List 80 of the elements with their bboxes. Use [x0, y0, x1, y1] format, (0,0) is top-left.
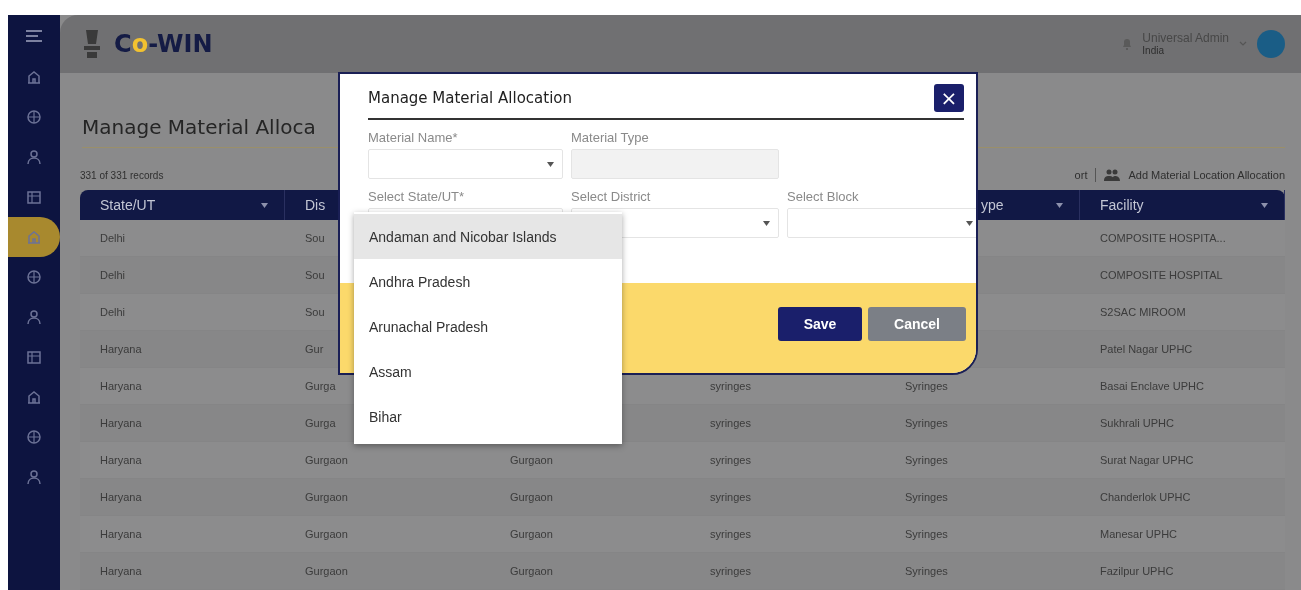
- dropdown-option[interactable]: Andaman and Nicobar Islands: [354, 214, 622, 259]
- table-cell: Sou: [305, 269, 325, 281]
- table-cell: Syringes: [905, 491, 948, 503]
- table-cell: Surat Nagar UPHC: [1100, 454, 1194, 466]
- table-cell: Fazilpur UPHC: [1100, 565, 1174, 577]
- table-cell: syringes: [710, 454, 751, 466]
- field-label: Material Type: [571, 130, 650, 145]
- active-nav-item[interactable]: [8, 217, 60, 257]
- record-count: 331 of 331 records: [80, 169, 164, 181]
- table-cell: Sou: [305, 232, 325, 244]
- table-cell: Chanderlok UPHC: [1100, 491, 1191, 503]
- close-button[interactable]: ×: [934, 84, 964, 112]
- column-header[interactable]: State/UT: [100, 197, 261, 213]
- menu-icon[interactable]: [26, 29, 42, 43]
- table-cell: Haryana: [100, 380, 142, 392]
- table-cell: Gurgaon: [305, 565, 348, 577]
- table-cell: syringes: [710, 491, 751, 503]
- hospital-icon: [26, 69, 42, 85]
- field-label: Select Block: [787, 189, 860, 204]
- table-cell: Gurgaon: [510, 565, 553, 577]
- export-link[interactable]: ort: [1074, 169, 1088, 181]
- table-cell: Delhi: [100, 269, 126, 281]
- table-cell: Haryana: [100, 565, 142, 577]
- modal-title: Manage Material Allocation: [368, 89, 572, 107]
- table-cell: S2SAC MIROOM: [1100, 306, 1186, 318]
- table-cell: Basai Enclave UPHC: [1100, 380, 1204, 392]
- field-label: Select State/UT*: [368, 189, 466, 204]
- table-cell: Syringes: [905, 565, 948, 577]
- table-cell: syringes: [710, 528, 751, 540]
- table-cell: Haryana: [100, 417, 142, 429]
- table-cell: Syringes: [905, 528, 948, 540]
- add-allocation-link[interactable]: Add Material Location Allocation: [1128, 169, 1285, 181]
- filter-caret-icon[interactable]: [1261, 202, 1268, 208]
- table-cell: Gur: [305, 343, 324, 355]
- table-cell: Gurgaon: [305, 454, 348, 466]
- table-cell: Haryana: [100, 343, 142, 355]
- filter-caret-icon[interactable]: [261, 202, 268, 208]
- caret-down-icon: [547, 161, 554, 167]
- save-button[interactable]: Save: [778, 307, 862, 341]
- table-cell: syringes: [710, 417, 751, 429]
- dropdown-option[interactable]: Arunachal Pradesh: [354, 304, 622, 349]
- table-cell: Haryana: [100, 528, 142, 540]
- table-cell: Gurgaon: [510, 454, 553, 466]
- dropdown-option[interactable]: Assam: [354, 349, 622, 394]
- table-cell: Gurga: [305, 380, 336, 392]
- cancel-button[interactable]: Cancel: [868, 307, 966, 341]
- table-cell: COMPOSITE HOSPITA...: [1100, 232, 1226, 244]
- app-logo: Co-WIN: [114, 30, 213, 58]
- filter-caret-icon[interactable]: [1056, 202, 1063, 208]
- column-header[interactable]: ype: [981, 197, 1056, 213]
- user-location: India: [1142, 45, 1165, 57]
- select-field[interactable]: [368, 149, 563, 179]
- table-cell: Gurgaon: [305, 491, 348, 503]
- table-cell: Gurga: [305, 417, 336, 429]
- table-cell: Sou: [305, 306, 325, 318]
- table-cell: Gurgaon: [510, 491, 553, 503]
- table-cell: Gurgaon: [305, 528, 348, 540]
- column-header[interactable]: Facility: [1100, 197, 1261, 213]
- chevron-down-icon[interactable]: [1239, 41, 1247, 47]
- table-cell: Manesar UPHC: [1100, 528, 1178, 540]
- table-cell: Haryana: [100, 491, 142, 503]
- select-field[interactable]: [787, 208, 976, 238]
- table-cell: COMPOSITE HOSPITAL: [1100, 269, 1223, 281]
- table-cell: syringes: [710, 380, 751, 392]
- globe-icon: [26, 109, 42, 125]
- table-cell: Haryana: [100, 454, 142, 466]
- field-label: Material Name*: [368, 130, 459, 145]
- table-cell: Patel Nagar UPHC: [1100, 343, 1193, 355]
- dropdown-option[interactable]: Andhra Pradesh: [354, 259, 622, 304]
- table-cell: Syringes: [905, 380, 948, 392]
- table-cell: Syringes: [905, 454, 948, 466]
- table-cell: Sukhrali UPHC: [1100, 417, 1174, 429]
- table-cell: Gurgaon: [510, 528, 553, 540]
- table-cell: Delhi: [100, 306, 126, 318]
- table-cell: Syringes: [905, 417, 948, 429]
- field-label: Select District: [571, 189, 652, 204]
- table-cell: syringes: [710, 565, 751, 577]
- table-cell: Delhi: [100, 232, 126, 244]
- dropdown-option[interactable]: Bihar: [354, 394, 622, 439]
- grid-icon: [26, 349, 42, 365]
